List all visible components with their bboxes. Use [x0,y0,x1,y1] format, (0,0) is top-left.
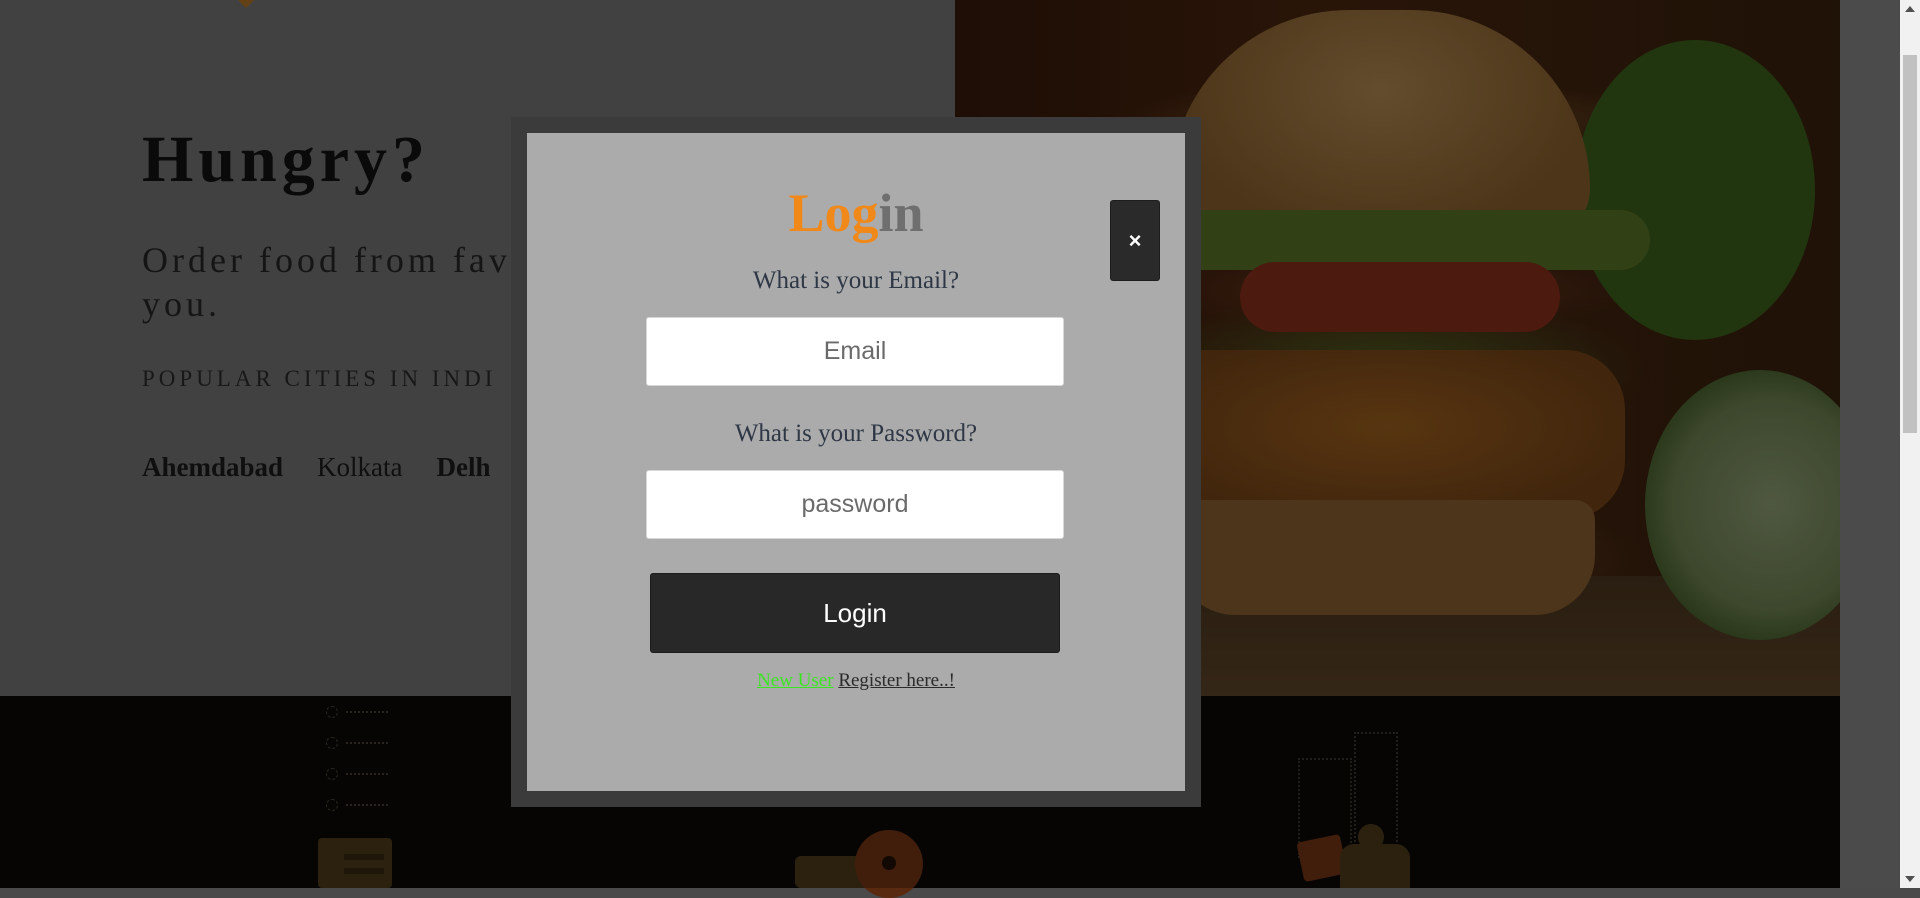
login-modal-frame: Login × What is your Email? What is your… [511,117,1201,807]
page-margin [1840,0,1900,888]
login-modal: Login × What is your Email? What is your… [527,133,1185,791]
modal-title: Login [527,181,1185,245]
email-field[interactable] [646,317,1064,386]
scroll-down-arrow-icon[interactable] [1905,876,1915,882]
register-line: New User Register here..! [527,670,1185,692]
email-label: What is your Email? [752,267,960,294]
modal-title-accent: Log [788,183,879,243]
register-link[interactable]: Register here..! [838,670,955,691]
password-field[interactable] [646,470,1064,539]
scrollbar-thumb[interactable] [1903,55,1917,433]
password-label: What is your Password? [734,420,978,447]
modal-title-rest: in [878,183,924,243]
close-icon: × [1128,227,1142,253]
login-button[interactable]: Login [650,573,1060,653]
scroll-up-arrow-icon[interactable] [1905,6,1915,12]
vertical-scrollbar[interactable] [1900,0,1920,888]
new-user-text: New User [757,670,834,691]
